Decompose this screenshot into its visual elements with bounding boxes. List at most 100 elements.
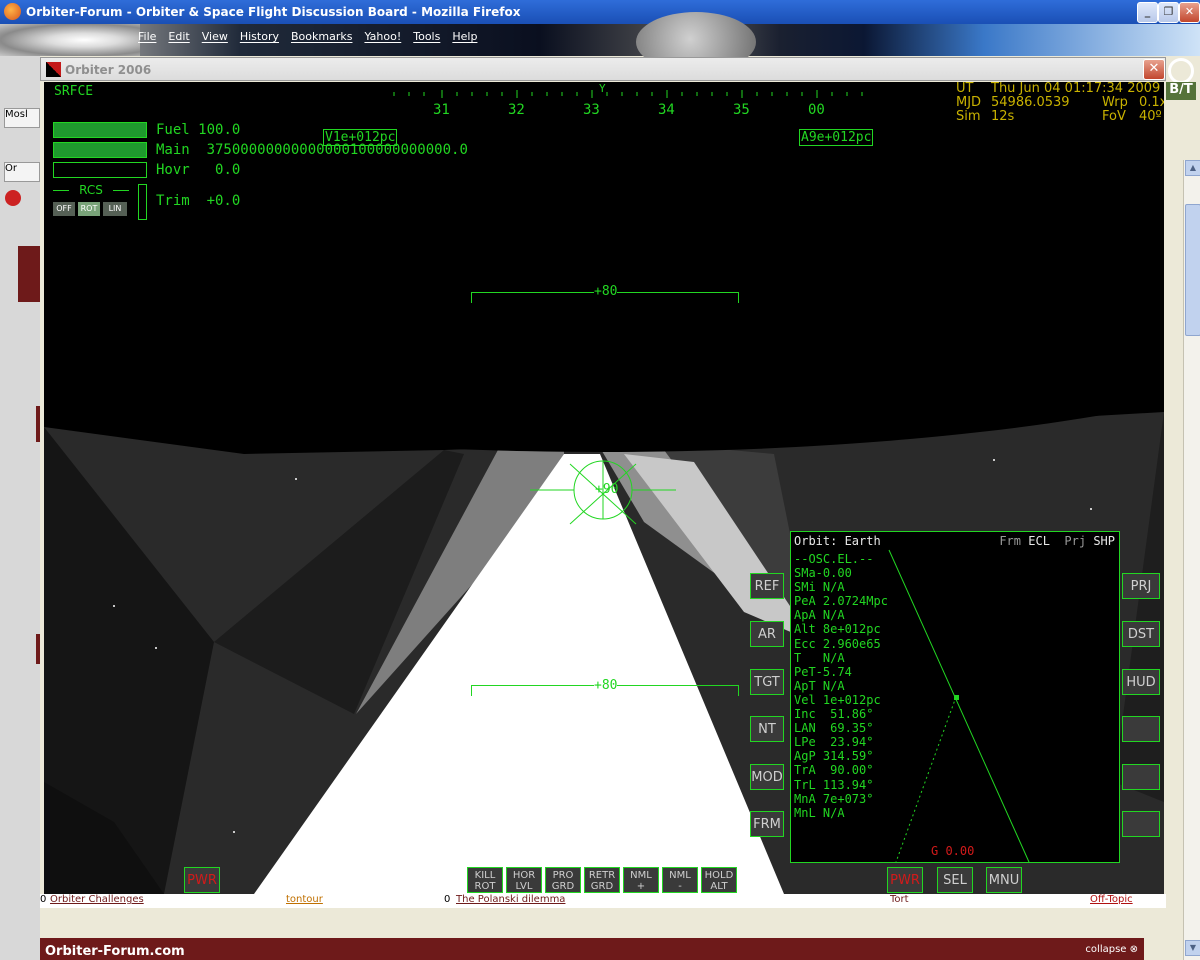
heading-label: 34 bbox=[658, 102, 675, 118]
main-thrust-bar bbox=[53, 142, 147, 158]
ap-label: GRD bbox=[590, 881, 614, 892]
wrp-value: 0.1x bbox=[1139, 95, 1164, 110]
thread-user-link[interactable]: tontour bbox=[286, 894, 323, 905]
menu-history[interactable]: History bbox=[240, 30, 279, 43]
trim-indicator bbox=[138, 184, 147, 220]
forum-footer-title: Orbiter-Forum.com bbox=[45, 944, 185, 959]
mfd-blank-button[interactable] bbox=[1122, 764, 1160, 790]
menu-tools[interactable]: Tools bbox=[413, 30, 440, 43]
scroll-up-arrow-icon[interactable]: ▲ bbox=[1185, 160, 1200, 176]
ap-label: NML bbox=[669, 870, 691, 881]
mfd-nt-button[interactable]: NT bbox=[750, 716, 784, 742]
fuel-value: 100.0 bbox=[198, 122, 241, 138]
sim-label: Sim bbox=[956, 109, 981, 124]
collapse-label: collapse bbox=[1085, 944, 1127, 955]
orbiter-viewport[interactable]: Y SRFCE 31 32 33 34 35 00 UT Thu Jun 04 0… bbox=[44, 82, 1164, 894]
pitch-label-center: +90 bbox=[595, 482, 619, 497]
wrp-label: Wrp bbox=[1102, 95, 1128, 110]
mfd-frm-button[interactable]: FRM bbox=[750, 811, 784, 837]
scrollbar-thumb[interactable] bbox=[1185, 204, 1200, 336]
mfd-dst-button[interactable]: DST bbox=[1122, 621, 1160, 647]
ap-label: - bbox=[678, 881, 682, 892]
search-icon[interactable] bbox=[1168, 58, 1194, 84]
thread-user-link[interactable]: Tort bbox=[890, 894, 909, 905]
thread-link[interactable]: The Polanski dilemma bbox=[456, 894, 565, 905]
menu: File Edit View History Bookmarks Yahoo! … bbox=[138, 30, 477, 43]
thread-link[interactable]: Orbiter Challenges bbox=[50, 894, 144, 905]
ap-prograde-button[interactable]: PRO GRD bbox=[545, 867, 581, 893]
ap-killrot-button[interactable]: KILL ROT bbox=[467, 867, 503, 893]
firefox-logo-icon bbox=[4, 3, 21, 20]
orbiter-close-button[interactable]: ✕ bbox=[1143, 59, 1165, 80]
pitch-label-lower: +80 bbox=[594, 678, 618, 693]
firefox-window-title: Orbiter-Forum - Orbiter & Space Flight D… bbox=[26, 5, 521, 19]
orbiter-logo-icon bbox=[46, 62, 61, 77]
menu-help[interactable]: Help bbox=[452, 30, 477, 43]
menu-file[interactable]: File bbox=[138, 30, 156, 43]
ap-normal-plus-button[interactable]: NML + bbox=[623, 867, 659, 893]
mfd-mod-button[interactable]: MOD bbox=[750, 764, 784, 790]
fuel-readout: Fuel 100.0 bbox=[156, 122, 240, 138]
ap-horlvl-button[interactable]: HOR LVL bbox=[506, 867, 542, 893]
heading-label: 32 bbox=[508, 102, 525, 118]
ap-label: GRD bbox=[551, 881, 575, 892]
ap-normal-minus-button[interactable]: NML - bbox=[662, 867, 698, 893]
forum-divider bbox=[36, 634, 40, 664]
menu-view[interactable]: View bbox=[202, 30, 228, 43]
ap-holdalt-button[interactable]: HOLD ALT bbox=[701, 867, 737, 893]
ap-label: HOLD bbox=[704, 870, 734, 881]
main-readout: Main 37500000000000000100000000000.0 bbox=[156, 142, 468, 158]
mjd-label: MJD bbox=[956, 95, 982, 110]
ap-label: ROT bbox=[474, 881, 496, 892]
menu-bookmarks[interactable]: Bookmarks bbox=[291, 30, 352, 43]
rcs-divider bbox=[113, 190, 129, 191]
mfd-ar-button[interactable]: AR bbox=[750, 621, 784, 647]
rcs-lin-button[interactable]: LIN bbox=[103, 202, 127, 216]
google-icon[interactable] bbox=[5, 190, 21, 206]
forum-link[interactable]: Off-Topic bbox=[1090, 894, 1133, 905]
fuel-label: Fuel bbox=[156, 122, 190, 138]
velocity-marker: V1e+012pc bbox=[323, 129, 398, 146]
fov-value: 40º bbox=[1139, 109, 1162, 124]
left-mfd-pwr-button[interactable]: PWR bbox=[184, 867, 220, 893]
browser-tab[interactable]: Or bbox=[4, 162, 40, 182]
page-scrollbar[interactable]: ▲ ▼ bbox=[1183, 160, 1200, 960]
firefox-title-bar: Orbiter-Forum - Orbiter & Space Flight D… bbox=[0, 0, 1200, 24]
orbiter-title-bar[interactable]: Orbiter 2006 bbox=[40, 57, 1166, 81]
collapse-button[interactable]: collapse ⊗ bbox=[1085, 944, 1138, 955]
rcs-rot-button[interactable]: ROT bbox=[78, 202, 100, 216]
ap-retrograde-button[interactable]: RETR GRD bbox=[584, 867, 620, 893]
mfd-blank-button[interactable] bbox=[1122, 811, 1160, 837]
mfd-pwr-button[interactable]: PWR bbox=[887, 867, 923, 893]
rcs-off-button[interactable]: OFF bbox=[53, 202, 75, 216]
sim-value: 12s bbox=[991, 109, 1015, 124]
mfd-mnu-button[interactable]: MNU bbox=[986, 867, 1022, 893]
trim-value: +0.0 bbox=[206, 193, 241, 209]
mfd-sel-button[interactable]: SEL bbox=[937, 867, 973, 893]
minimize-button[interactable]: _ bbox=[1137, 2, 1158, 23]
close-button[interactable]: ✕ bbox=[1179, 2, 1200, 23]
heading-label: 00 bbox=[808, 102, 825, 118]
heading-marker: Y bbox=[599, 82, 606, 95]
mfd-hud-button[interactable]: HUD bbox=[1122, 669, 1160, 695]
thread-count: 0 bbox=[40, 894, 47, 905]
mjd-value: 54986.0539 bbox=[991, 95, 1070, 110]
acceleration-marker: A9e+012pc bbox=[799, 129, 874, 146]
trim-label: Trim bbox=[156, 193, 190, 209]
scroll-down-arrow-icon[interactable]: ▼ bbox=[1185, 940, 1200, 956]
bookmark-tab[interactable]: Mosl bbox=[4, 108, 40, 128]
forum-footer-bar: Orbiter-Forum.com collapse ⊗ bbox=[40, 938, 1144, 960]
pitch-label-upper: +80 bbox=[594, 284, 618, 299]
heading-label: 31 bbox=[433, 102, 450, 118]
mfd-prj-button[interactable]: PRJ bbox=[1122, 573, 1160, 599]
ap-label: HOR bbox=[512, 870, 536, 881]
mfd-blank-button[interactable] bbox=[1122, 716, 1160, 742]
hover-readout: Hovr 0.0 bbox=[156, 162, 240, 178]
mfd-ref-button[interactable]: REF bbox=[750, 573, 784, 599]
hover-thrust-bar bbox=[53, 162, 147, 178]
restore-button[interactable]: ❐ bbox=[1158, 2, 1179, 23]
menu-edit[interactable]: Edit bbox=[168, 30, 189, 43]
menu-yahoo[interactable]: Yahoo! bbox=[364, 30, 401, 43]
browser-tab-label: Or bbox=[5, 163, 17, 174]
mfd-tgt-button[interactable]: TGT bbox=[750, 669, 784, 695]
